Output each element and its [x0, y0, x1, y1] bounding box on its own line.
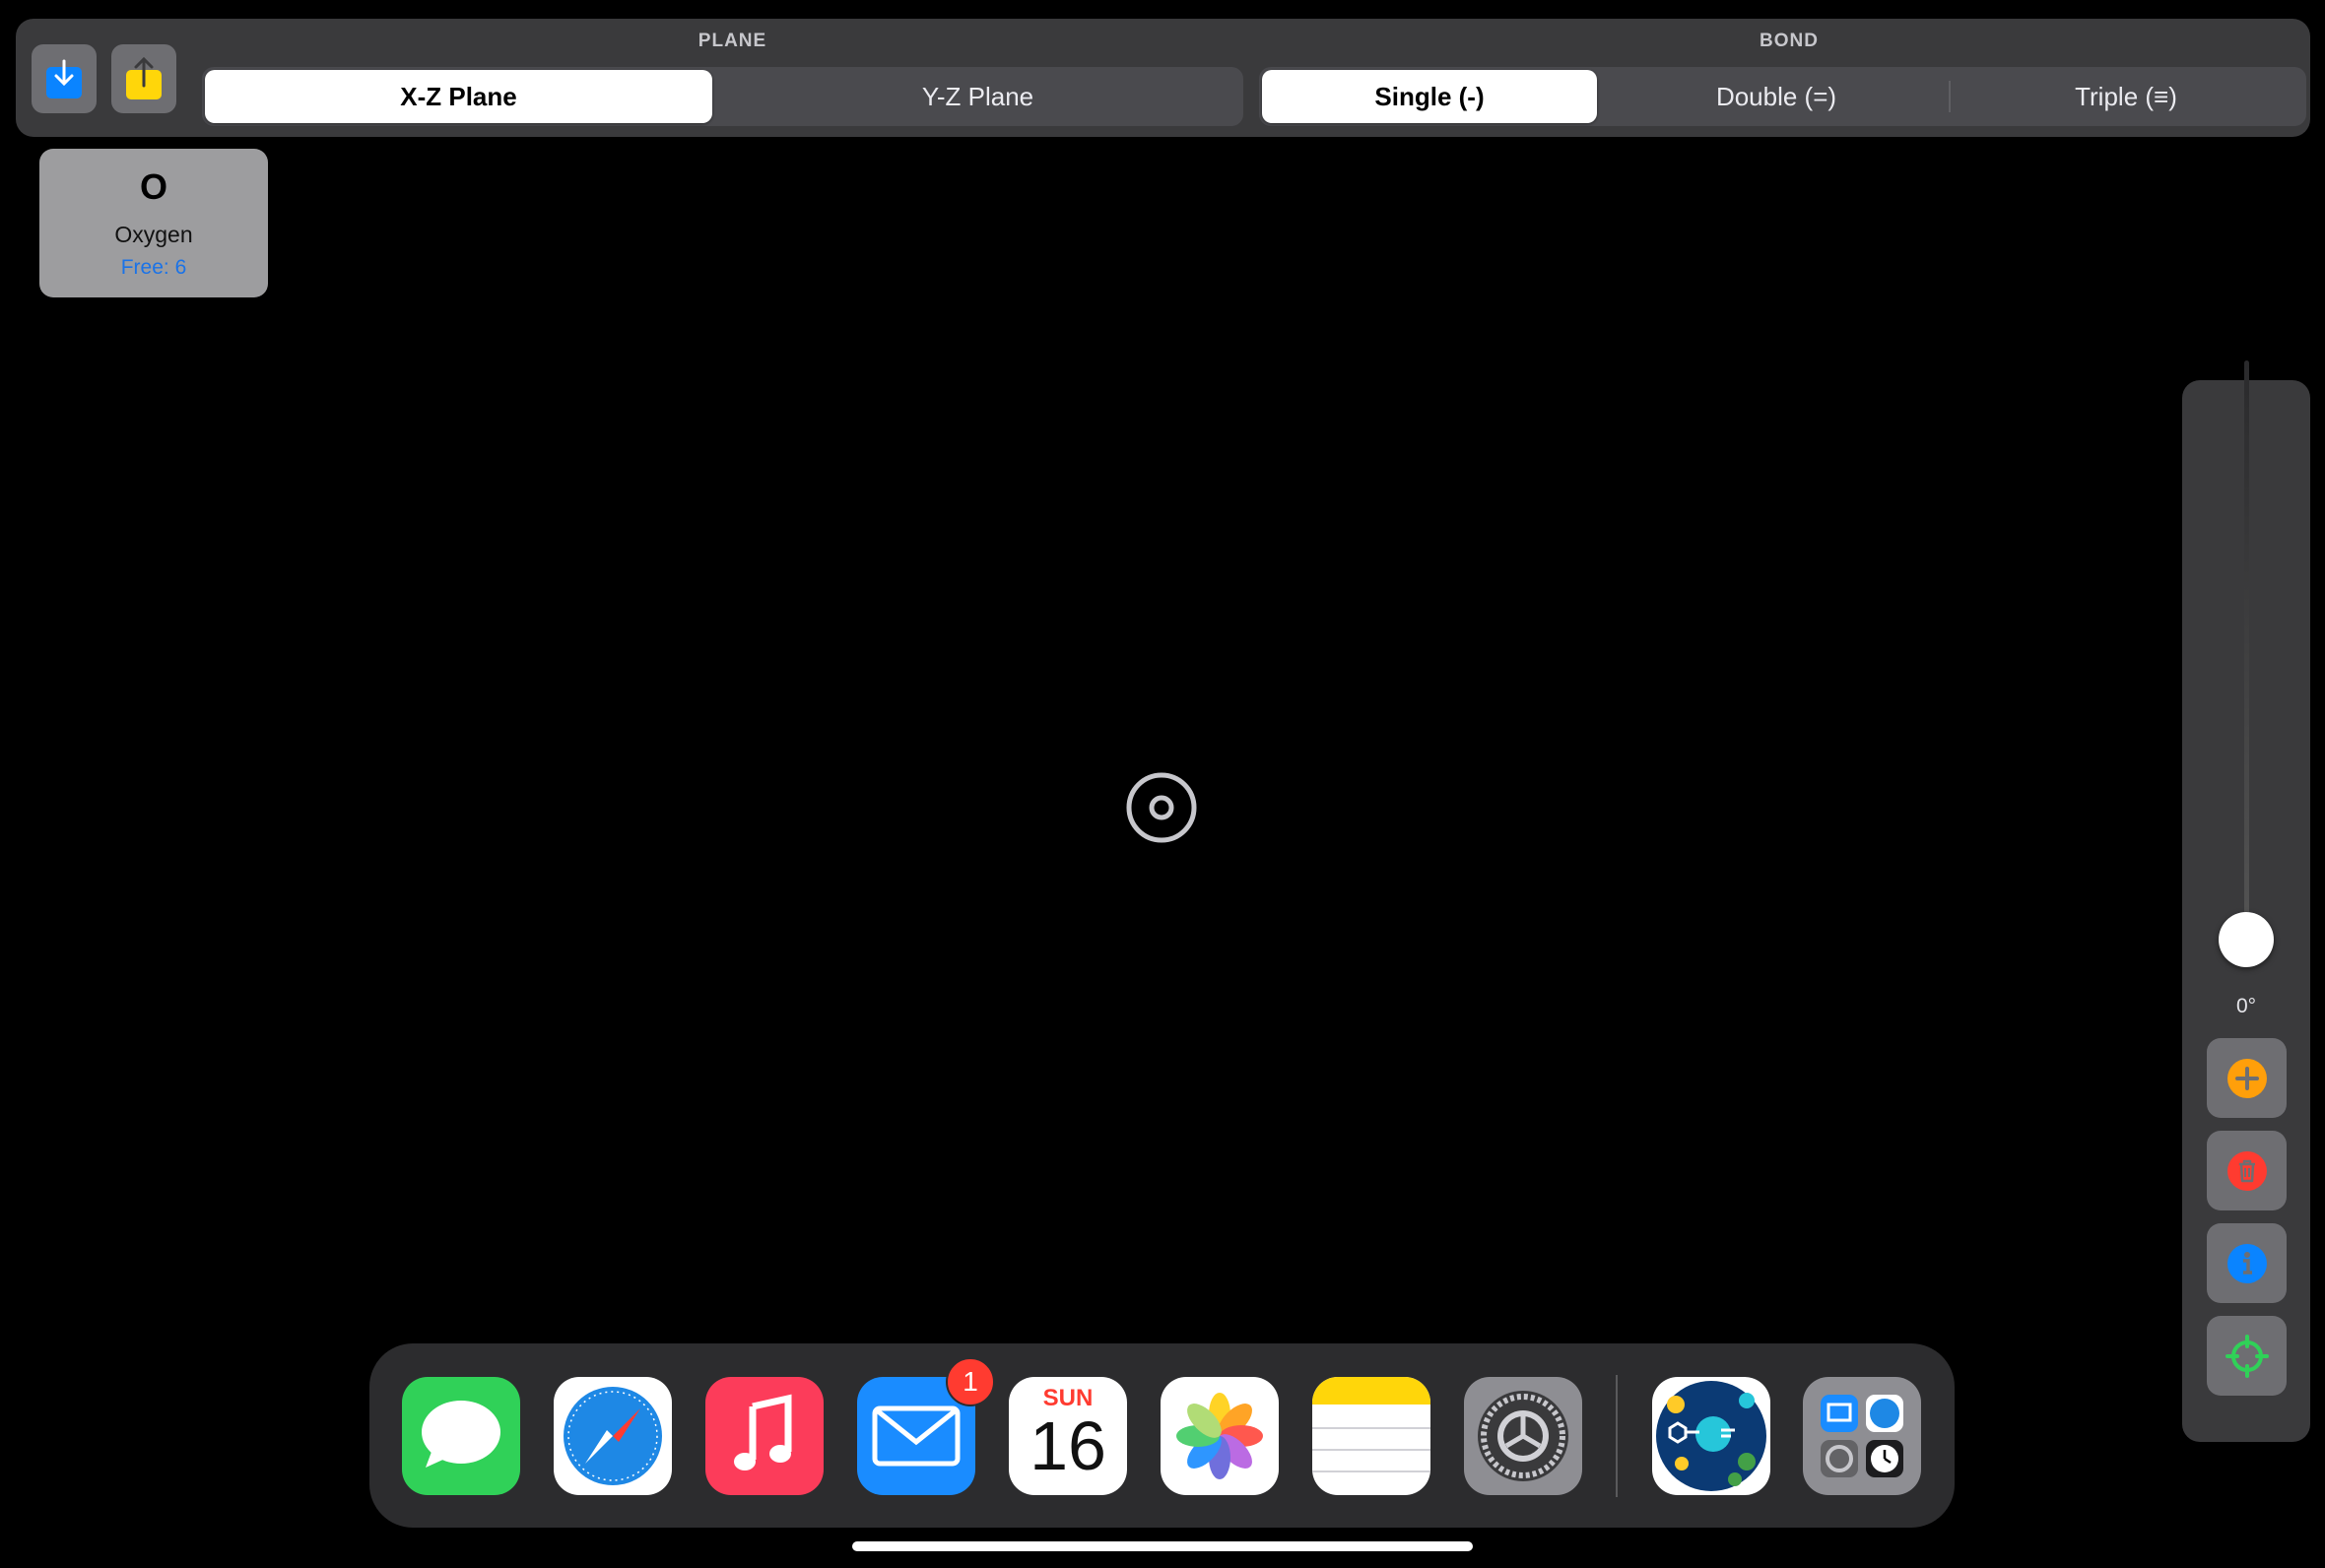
center-target-icon [1126, 772, 1197, 843]
share-upload-icon [126, 56, 162, 99]
element-free-count: Free: 6 [120, 256, 187, 279]
music-app-icon[interactable] [705, 1377, 824, 1495]
element-name: Oxygen [114, 222, 193, 247]
settings-app-icon[interactable] [1464, 1377, 1582, 1495]
delete-button[interactable] [2207, 1131, 2287, 1210]
rotation-slider-track[interactable] [2244, 360, 2249, 951]
bond-segmented-control: Single (-) Double (=) Triple (≡) [1259, 67, 2306, 126]
trash-icon [2226, 1150, 2267, 1191]
dock-divider [1616, 1375, 1618, 1497]
plane-segmented-control: X-Z Plane Y-Z Plane [202, 67, 1243, 126]
bond-option-triple[interactable]: Triple (≡) [1954, 70, 2298, 123]
top-toolbar: PLANE BOND X-Z Plane Y-Z Plane Single (-… [16, 19, 2310, 137]
messages-app-icon[interactable] [402, 1377, 520, 1495]
bond-option-single[interactable]: Single (-) [1262, 70, 1597, 123]
plane-section-label: PLANE [698, 31, 767, 51]
bond-section-label: BOND [1760, 31, 1819, 51]
notes-app-icon[interactable] [1312, 1377, 1430, 1495]
import-button[interactable] [32, 44, 97, 113]
recenter-button[interactable] [2207, 1316, 2287, 1396]
plane-option-xz[interactable]: X-Z Plane [205, 70, 712, 123]
app-library-icon[interactable] [1803, 1377, 1921, 1495]
bond-option-double[interactable]: Double (=) [1609, 70, 1944, 123]
segment-divider [1949, 81, 1951, 112]
calendar-app-icon[interactable]: SUN 16 [1009, 1377, 1127, 1495]
safari-app-icon[interactable] [554, 1377, 672, 1495]
add-atom-button[interactable] [2207, 1038, 2287, 1118]
rotation-angle-label: 0° [2235, 995, 2257, 1017]
export-button[interactable] [111, 44, 176, 113]
element-card[interactable]: O Oxygen Free: 6 [39, 149, 268, 297]
crosshair-icon [2225, 1334, 2269, 1378]
info-button[interactable] [2207, 1223, 2287, 1303]
mail-unread-badge: 1 [946, 1357, 995, 1406]
app-dock: 1 SUN 16 [369, 1343, 1955, 1528]
right-control-panel: 0° [2182, 360, 2310, 1442]
rotation-slider-thumb[interactable] [2219, 912, 2274, 967]
photos-app-icon[interactable] [1161, 1377, 1279, 1495]
download-tray-icon [46, 59, 82, 98]
molecule-app-icon[interactable] [1652, 1377, 1770, 1495]
element-symbol: O [139, 166, 167, 207]
plane-option-yz[interactable]: Y-Z Plane [719, 70, 1236, 123]
home-indicator[interactable] [852, 1541, 1473, 1551]
add-icon [2226, 1058, 2267, 1098]
info-icon [2226, 1243, 2267, 1283]
calendar-day: 16 [1030, 1407, 1106, 1484]
